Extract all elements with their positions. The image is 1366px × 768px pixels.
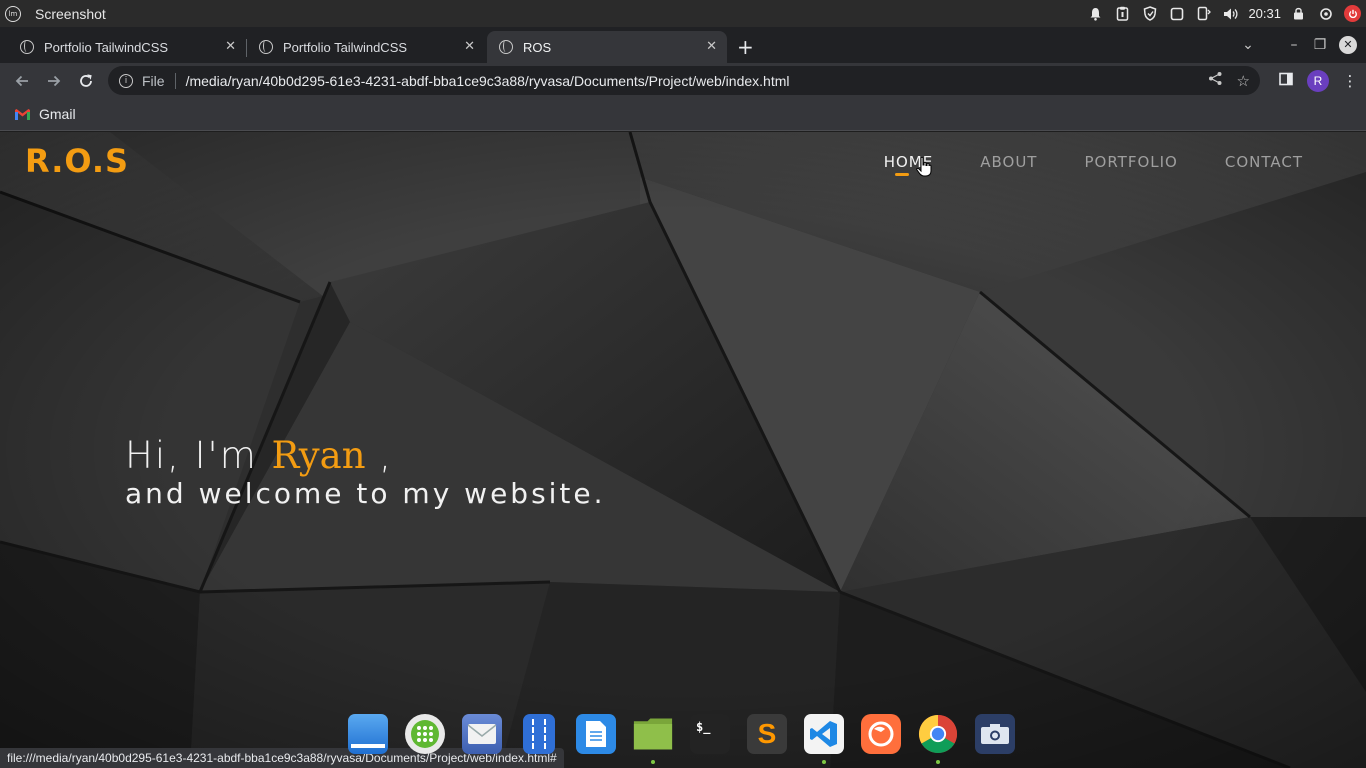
scheme-chip[interactable]: File — [142, 73, 165, 89]
lock-icon[interactable] — [1285, 0, 1312, 27]
divider — [174, 72, 176, 89]
forward-button[interactable] — [38, 65, 70, 97]
browser-toolbar: i File /media/ryan/40b0d295-61e3-4231-ab… — [0, 63, 1366, 98]
nav-portfolio[interactable]: PORTFOLIO — [1084, 153, 1177, 171]
document-icon[interactable] — [576, 714, 616, 754]
running-indicator — [651, 760, 655, 764]
chrome-icon[interactable] — [918, 714, 958, 764]
file-archive-icon[interactable] — [523, 714, 555, 754]
hand-pointer-cursor-icon — [916, 157, 932, 177]
volume-icon[interactable] — [1217, 0, 1244, 27]
running-indicator — [936, 760, 940, 764]
close-icon[interactable]: ✕ — [706, 38, 717, 54]
close-icon[interactable]: ✕ — [225, 38, 236, 54]
site-nav: HOME ABOUT PORTFOLIO CONTACT — [884, 153, 1303, 176]
tab-title: ROS — [523, 39, 552, 55]
globe-icon — [499, 40, 513, 54]
url-text[interactable]: /media/ryan/40b0d295-61e3-4231-abdf-bba1… — [186, 73, 790, 89]
hero-text: Hi, I'm Ryan , and welcome to my website… — [125, 434, 606, 510]
hero-name: Ryan — [271, 434, 366, 477]
sublime-text-icon[interactable]: S — [747, 714, 787, 754]
share-icon[interactable] — [1208, 71, 1223, 90]
bookmark-label: Gmail — [39, 106, 76, 122]
profile-avatar[interactable]: R — [1307, 69, 1329, 92]
window-controls: ⌄ – ❐ ✕ — [1235, 27, 1366, 63]
globe-icon — [259, 40, 273, 54]
address-bar[interactable]: i File /media/ryan/40b0d295-61e3-4231-ab… — [108, 66, 1260, 95]
restore-icon[interactable]: ❐ — [1307, 37, 1333, 53]
power-icon[interactable] — [1344, 5, 1361, 22]
tab-title: Portfolio TailwindCSS — [283, 39, 408, 55]
sync-icon[interactable] — [1312, 0, 1339, 27]
shield-icon[interactable] — [1136, 0, 1163, 27]
system-tray: 20:31 — [1082, 0, 1366, 27]
hero-greeting-line: Hi, I'm Ryan , — [125, 434, 606, 477]
vscode-icon[interactable] — [804, 714, 844, 764]
hero-comma: , — [379, 434, 394, 477]
reload-button[interactable] — [70, 65, 102, 97]
kebab-menu-icon[interactable]: ⋮ — [1334, 72, 1366, 90]
dock: $_ S — [348, 714, 1015, 764]
finder-icon[interactable] — [348, 714, 388, 754]
bookmark-star-icon[interactable]: ☆ — [1237, 72, 1250, 90]
omnibox-actions: ☆ — [1208, 66, 1250, 95]
active-app-title: Screenshot — [35, 5, 106, 22]
files-folder-icon[interactable] — [633, 714, 673, 764]
nav-about[interactable]: ABOUT — [980, 153, 1037, 171]
toolbar-right: R ⋮ — [1270, 63, 1366, 98]
globe-icon — [20, 40, 34, 54]
hero-greeting: Hi, I'm — [125, 434, 258, 477]
os-top-bar: lm Screenshot 20:31 — [0, 0, 1366, 27]
close-icon[interactable]: ✕ — [464, 38, 475, 54]
minimize-icon[interactable]: – — [1281, 37, 1307, 53]
running-indicator — [822, 760, 826, 764]
window-icon[interactable] — [1163, 0, 1190, 27]
tab-title: Portfolio TailwindCSS — [44, 39, 169, 55]
new-tab-button[interactable]: + — [737, 35, 754, 59]
bookmarks-bar: Gmail — [0, 98, 1366, 131]
tab-search-icon[interactable]: ⌄ — [1235, 37, 1261, 53]
side-panel-icon[interactable] — [1270, 72, 1302, 90]
back-button[interactable] — [6, 65, 38, 97]
tab-ros[interactable]: ROS ✕ — [487, 31, 727, 63]
terminal-icon[interactable]: $_ — [690, 714, 730, 754]
info-icon[interactable]: i — [119, 73, 133, 88]
mail-icon[interactable] — [462, 714, 502, 754]
os-menu-icon[interactable]: lm — [5, 5, 21, 22]
window-close-button[interactable]: ✕ — [1339, 36, 1357, 54]
clipboard-icon[interactable] — [1109, 0, 1136, 27]
app-grid-icon[interactable] — [405, 714, 445, 754]
battery-phone-icon[interactable] — [1190, 0, 1217, 27]
gmail-icon — [15, 108, 30, 120]
bell-icon[interactable] — [1082, 0, 1109, 27]
site-logo[interactable]: R.O.S — [25, 142, 129, 180]
browser-tab-strip: Portfolio TailwindCSS ✕ Portfolio Tailwi… — [0, 27, 1366, 63]
camera-icon[interactable] — [975, 714, 1015, 754]
clock[interactable]: 20:31 — [1244, 6, 1285, 21]
firefox-icon[interactable] — [861, 714, 901, 754]
bookmark-gmail[interactable]: Gmail — [15, 106, 76, 122]
nav-contact[interactable]: CONTACT — [1225, 153, 1303, 171]
tab-portfolio-2[interactable]: Portfolio TailwindCSS ✕ — [239, 31, 485, 63]
tab-portfolio-1[interactable]: Portfolio TailwindCSS ✕ — [0, 31, 246, 63]
web-page: R.O.S HOME ABOUT PORTFOLIO CONTACT Hi, I… — [0, 132, 1366, 768]
hero-subtitle: and welcome to my website. — [125, 477, 606, 510]
